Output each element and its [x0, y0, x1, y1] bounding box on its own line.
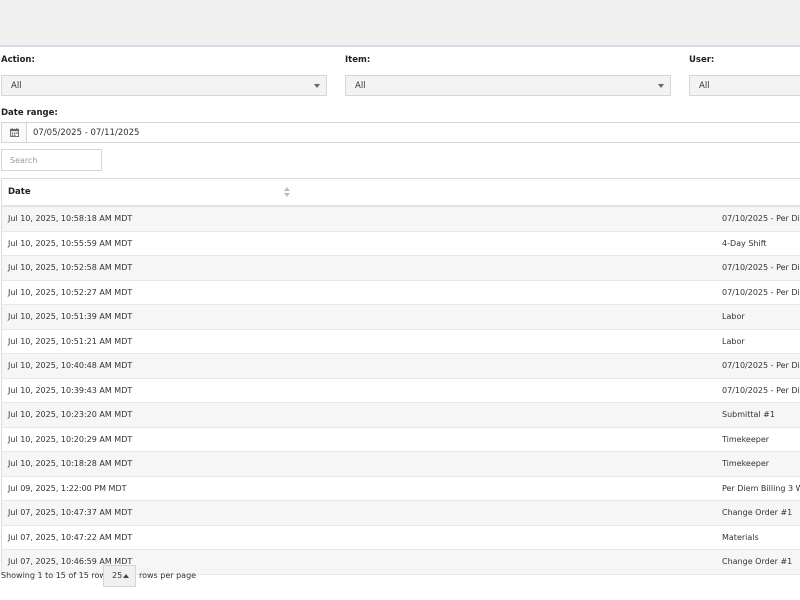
item-filter-label: Item:	[345, 55, 371, 65]
page-size-dropdown[interactable]: 25	[103, 565, 136, 587]
table-row[interactable]: Jul 10, 2025, 10:52:58 AM MDT 07/10/2025 …	[2, 256, 800, 281]
table-row[interactable]: Jul 09, 2025, 1:22:00 PM MDT Per Diem Bil…	[2, 476, 800, 501]
table-row[interactable]: Jul 10, 2025, 10:55:59 AM MDT 4-Day Shift	[2, 231, 800, 256]
user-filter-label: User:	[689, 55, 715, 65]
chevron-up-icon	[123, 574, 129, 578]
table-body: Jul 10, 2025, 10:58:18 AM MDT 07/10/2025 …	[2, 207, 800, 575]
row-date: Jul 10, 2025, 10:58:18 AM MDT	[8, 214, 133, 223]
column-header-date[interactable]: Date	[8, 179, 31, 205]
table-row[interactable]: Jul 10, 2025, 10:23:20 AM MDT Submittal #…	[2, 403, 800, 428]
table-header: Date	[2, 179, 800, 207]
row-date: Jul 10, 2025, 10:39:43 AM MDT	[8, 385, 133, 395]
page-size-value: 25	[112, 571, 123, 580]
row-date: Jul 10, 2025, 10:40:48 AM MDT	[8, 361, 133, 370]
table-row[interactable]: Jul 10, 2025, 10:58:18 AM MDT 07/10/2025 …	[2, 207, 800, 232]
item-select-value: All	[355, 81, 366, 91]
row-date: Jul 10, 2025, 10:23:20 AM MDT	[8, 410, 133, 419]
action-select[interactable]: All	[1, 75, 327, 96]
row-date: Jul 10, 2025, 10:55:59 AM MDT	[8, 238, 133, 248]
row-item: Per Diem Billing 3 We	[722, 483, 800, 493]
row-item: 4-Day Shift	[722, 238, 767, 248]
date-range-picker[interactable]: 07/05/2025 - 07/11/2025	[1, 122, 800, 143]
row-item: 07/10/2025 - Per Diem	[722, 385, 800, 395]
row-date: Jul 10, 2025, 10:52:27 AM MDT	[8, 287, 133, 297]
sort-icon[interactable]	[284, 187, 290, 197]
calendar-icon	[10, 128, 19, 137]
row-date: Jul 10, 2025, 10:20:29 AM MDT	[8, 434, 133, 444]
top-bar	[0, 0, 800, 47]
audit-table: Date Jul 10, 2025, 10:58:18 AM MDT 07/10/…	[1, 178, 800, 575]
row-item: 07/10/2025 - Per Diem	[722, 214, 800, 223]
user-select-value: All	[699, 81, 710, 91]
row-date: Jul 09, 2025, 1:22:00 PM MDT	[8, 483, 127, 493]
row-item: 07/10/2025 - Per Diem	[722, 287, 800, 297]
search-input[interactable]	[1, 149, 102, 171]
row-date: Jul 10, 2025, 10:18:28 AM MDT	[8, 459, 133, 468]
chevron-down-icon	[658, 84, 664, 88]
calendar-button[interactable]	[2, 123, 27, 142]
row-date: Jul 10, 2025, 10:51:21 AM MDT	[8, 336, 133, 346]
table-row[interactable]: Jul 10, 2025, 10:18:28 AM MDT Timekeeper	[2, 452, 800, 477]
row-date: Jul 10, 2025, 10:51:39 AM MDT	[8, 312, 133, 321]
row-item: Labor	[722, 312, 745, 321]
chevron-down-icon	[314, 84, 320, 88]
row-date: Jul 10, 2025, 10:52:58 AM MDT	[8, 263, 133, 272]
action-filter-label: Action:	[1, 55, 35, 65]
user-select[interactable]: All	[689, 75, 800, 96]
row-date: Jul 07, 2025, 10:47:22 AM MDT	[8, 532, 133, 542]
pagination-info: Showing 1 to 15 of 15 rows	[1, 571, 111, 580]
table-row[interactable]: Jul 10, 2025, 10:39:43 AM MDT 07/10/2025 …	[2, 378, 800, 403]
row-item: Submittal #1	[722, 410, 775, 419]
row-item: 07/10/2025 - Per Diem	[722, 361, 800, 370]
row-item: Change Order #1	[722, 557, 793, 566]
table-row[interactable]: Jul 10, 2025, 10:52:27 AM MDT 07/10/2025 …	[2, 280, 800, 305]
table-row[interactable]: Jul 07, 2025, 10:47:22 AM MDT Materials	[2, 525, 800, 550]
table-row[interactable]: Jul 10, 2025, 10:51:21 AM MDT Labor	[2, 329, 800, 354]
item-select[interactable]: All	[345, 75, 671, 96]
action-select-value: All	[11, 81, 22, 91]
row-item: Materials	[722, 532, 759, 542]
row-date: Jul 07, 2025, 10:47:37 AM MDT	[8, 508, 133, 517]
date-range-value: 07/05/2025 - 07/11/2025	[33, 128, 140, 138]
row-item: Timekeeper	[722, 459, 770, 468]
table-row[interactable]: Jul 10, 2025, 10:20:29 AM MDT Timekeeper	[2, 427, 800, 452]
date-range-label: Date range:	[1, 108, 58, 118]
row-item: Timekeeper	[722, 434, 770, 444]
table-row[interactable]: Jul 10, 2025, 10:40:48 AM MDT 07/10/2025 …	[2, 354, 800, 379]
pagination-footer: Showing 1 to 15 of 15 rows 25 rows per p…	[1, 565, 401, 587]
table-row[interactable]: Jul 07, 2025, 10:47:37 AM MDT Change Orde…	[2, 501, 800, 526]
row-item: Change Order #1	[722, 508, 793, 517]
row-item: Labor	[722, 336, 745, 346]
rows-per-page-label: rows per page	[139, 571, 197, 580]
table-row[interactable]: Jul 10, 2025, 10:51:39 AM MDT Labor	[2, 305, 800, 330]
row-item: 07/10/2025 - Per Diem	[722, 263, 800, 272]
